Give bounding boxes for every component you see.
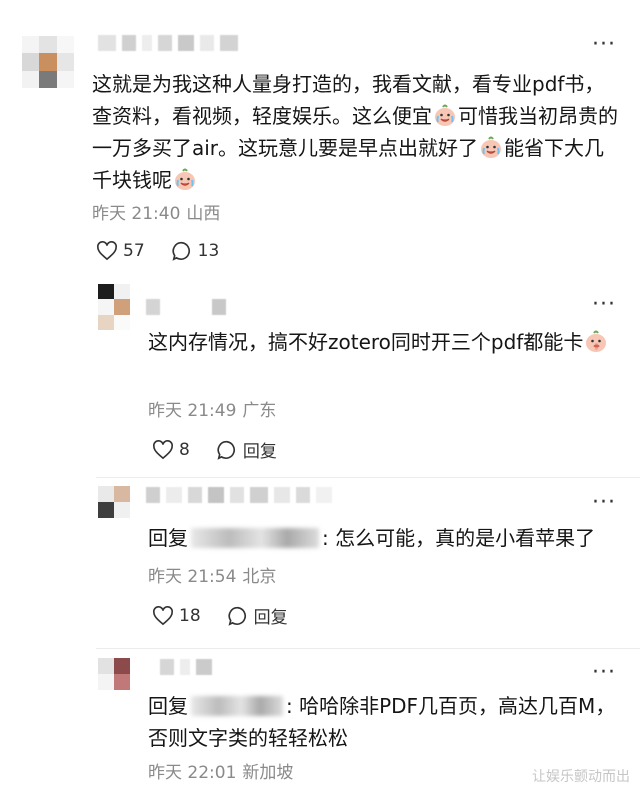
comment-text-part: 这内存情况，搞不好zotero同时开三个pdf都能卡 xyxy=(148,330,584,354)
comment-text: 回复: 哈哈除非PDF几百页，高达几百M，否则文字类的轻轻松松 xyxy=(148,690,618,754)
comment-actions: 18 回复 xyxy=(152,603,314,628)
comment-2: ··· 这内存情况，搞不好zotero同时开三个pdf都能卡 昨天 21:49 广… xyxy=(0,280,640,478)
crying-laughing-peach-emoji xyxy=(481,136,502,158)
comment-text: 这内存情况，搞不好zotero同时开三个pdf都能卡 xyxy=(148,326,618,358)
comment-actions: 8 回复 xyxy=(152,437,303,462)
speech-bubble-icon xyxy=(217,440,235,460)
avatar[interactable] xyxy=(98,486,130,518)
heart-outline-icon xyxy=(97,241,117,261)
crying-laughing-peach-emoji xyxy=(435,104,455,126)
comment-3: ··· 回复 : 怎么可能，真的是小看苹果了 昨天 21:54 北京 18 回复 xyxy=(0,480,640,650)
mention-username-blurred[interactable] xyxy=(191,696,283,716)
reply-label: 回复 xyxy=(253,608,288,628)
comment-time: 昨天 21:40 xyxy=(92,204,181,224)
comment-time: 昨天 22:01 xyxy=(148,763,237,783)
reply-prefix: 回复 xyxy=(148,526,188,550)
more-options-icon[interactable]: ··· xyxy=(592,662,616,684)
like-button[interactable]: 57 xyxy=(96,241,145,261)
crying-laughing-peach-emoji xyxy=(175,168,195,190)
username-blurred[interactable] xyxy=(98,34,238,52)
reply-button[interactable]: 回复 xyxy=(227,603,288,628)
speech-bubble-icon xyxy=(172,241,190,261)
comment-meta: 昨天 21:49 广东 xyxy=(148,400,276,422)
reply-count-button[interactable]: 13 xyxy=(171,240,220,262)
comment-text: 回复 : 怎么可能，真的是小看苹果了 xyxy=(148,522,618,554)
more-options-icon[interactable]: ··· xyxy=(592,34,616,56)
avatar[interactable] xyxy=(98,658,130,690)
more-options-icon[interactable]: ··· xyxy=(592,294,616,316)
comment-location: 山西 xyxy=(186,204,221,224)
comment-time: 昨天 21:54 xyxy=(148,567,237,587)
comment-meta: 昨天 22:01 新加坡 xyxy=(148,762,293,784)
comment-location: 广东 xyxy=(242,401,277,421)
comment-actions: 57 13 xyxy=(96,240,245,262)
like-count: 8 xyxy=(179,439,190,460)
like-count: 57 xyxy=(123,241,145,261)
comment-location: 北京 xyxy=(242,567,277,587)
comment-text-part: : 怎么可能，真的是小看苹果了 xyxy=(322,526,596,550)
username-blurred[interactable] xyxy=(160,658,212,676)
reply-count: 13 xyxy=(197,241,220,261)
avatar[interactable] xyxy=(98,284,130,330)
avatar[interactable] xyxy=(22,36,74,88)
comment-meta: 昨天 21:54 北京 xyxy=(148,566,276,588)
username-blurred[interactable] xyxy=(146,298,226,316)
shushing-peach-emoji xyxy=(586,330,607,352)
like-count: 18 xyxy=(179,605,201,626)
reply-button[interactable]: 回复 xyxy=(216,437,277,462)
comment-meta: 昨天 21:40 山西 xyxy=(92,203,220,225)
comment-time: 昨天 21:49 xyxy=(148,401,237,421)
like-button[interactable]: 8 xyxy=(152,440,190,460)
heart-outline-icon xyxy=(153,439,173,459)
comment-location: 新加坡 xyxy=(242,763,294,783)
more-options-icon[interactable]: ··· xyxy=(592,492,616,514)
mention-username-blurred[interactable] xyxy=(191,528,319,548)
heart-outline-icon xyxy=(153,605,173,625)
like-button[interactable]: 18 xyxy=(152,606,201,626)
divider xyxy=(96,648,640,649)
speech-bubble-icon xyxy=(228,606,246,626)
divider xyxy=(96,477,640,478)
comment-1: ··· 这就是为我这种人量身打造的，我看文献，看专业pdf书，查资料，看视频，轻… xyxy=(0,0,640,280)
watermark: 让娱乐颤动而出 xyxy=(532,769,630,785)
comment-text: 这就是为我这种人量身打造的，我看文献，看专业pdf书，查资料，看视频，轻度娱乐。… xyxy=(92,68,622,196)
reply-prefix: 回复 xyxy=(148,694,188,718)
username-blurred[interactable] xyxy=(146,486,332,504)
reply-label: 回复 xyxy=(242,442,277,462)
